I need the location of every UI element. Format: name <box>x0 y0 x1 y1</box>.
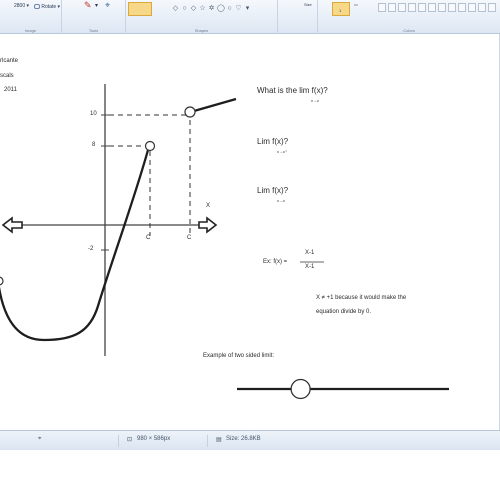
color-swatch[interactable] <box>448 3 456 12</box>
graph-drawing <box>0 84 449 400</box>
upper-branch <box>193 97 237 113</box>
color-swatch[interactable] <box>388 3 396 12</box>
color-swatch[interactable] <box>428 3 436 12</box>
color-swatch[interactable] <box>458 3 466 12</box>
tools-group: ✎ ▾ ⌖ Tools <box>62 0 126 34</box>
y-tick-label-10: 10 <box>90 111 97 117</box>
file-size-icon: ▤ <box>216 437 222 443</box>
shape-diamond-icon[interactable]: ◇ <box>190 5 197 12</box>
image-group-label: Image <box>24 28 37 33</box>
question-left-limit-subscript: x→c <box>277 198 285 203</box>
shapes-group: ◇ ○ ◇ ☆ ✡ ◯ ○ ♡ ▾ Shapes <box>126 0 278 34</box>
status-separator <box>118 435 119 447</box>
text-tool-icon[interactable]: ⌖ <box>105 0 110 11</box>
fraction-numerator: X-1 <box>305 250 315 256</box>
question-left-limit: Lim f(x)? <box>257 186 289 195</box>
color-swatch[interactable] <box>378 3 386 12</box>
function-curve <box>0 149 150 342</box>
dimensions-icon: ⊡ <box>127 437 133 443</box>
shape-circle-icon[interactable]: ○ <box>181 5 188 12</box>
shape-callout-icon[interactable]: ◯ <box>217 5 225 12</box>
shape-star6-icon[interactable]: ✡ <box>208 5 215 12</box>
paint-canvas[interactable]: rlcante scals 2011 10 8 -2 X C C What is… <box>0 34 500 430</box>
y-tick-label-neg2: -2 <box>88 246 94 252</box>
fill-icon[interactable]: ▾ <box>95 2 98 9</box>
left-arrow-icon <box>1 216 23 234</box>
status-separator <box>207 435 208 447</box>
desktop-background <box>0 450 500 500</box>
outline-button[interactable] <box>128 2 152 16</box>
shape-cloud-icon[interactable]: ○ <box>226 5 233 12</box>
shapes-group-label: Shapes <box>194 28 209 33</box>
rotate-icon <box>34 4 40 10</box>
colors-group-label: Colors <box>403 28 415 33</box>
color-swatch[interactable] <box>478 3 486 12</box>
explanation-line-2: equation divide by 0. <box>316 309 372 315</box>
status-bar: ⌖ ⊡ 980 × 586px ▤ Size: 26.8KB <box>0 430 500 450</box>
open-point <box>0 276 4 286</box>
file-size: Size: 26.8KB <box>226 436 261 442</box>
open-point <box>184 106 196 118</box>
x-axis-label: X <box>206 203 211 209</box>
color2-button[interactable]: ▭ <box>354 2 358 7</box>
open-point <box>144 140 156 152</box>
pencil-icon[interactable]: ✎ <box>84 0 92 11</box>
color1-label: 1 <box>339 8 342 13</box>
x-tick-label-c2: C <box>187 235 192 241</box>
image-group: 2800 ▾ Rotate ▾ Image <box>0 0 62 34</box>
slider-caption: Example of two sided limit: <box>203 353 275 359</box>
resize-button[interactable]: 2800 ▾ <box>14 3 29 9</box>
note-line-1: rlcante <box>0 58 19 64</box>
shape-more-icon[interactable]: ▾ <box>244 5 251 12</box>
explanation-line-1: X ≠ +1 because it would make the <box>316 295 407 301</box>
size-button[interactable]: Size <box>304 2 312 7</box>
color-swatch[interactable] <box>418 3 426 12</box>
shape-star-icon[interactable]: ☆ <box>199 5 206 12</box>
question-right-limit-subscript: x→c⁺ <box>277 149 288 154</box>
x-tick-label-c1: C <box>146 235 151 241</box>
example-label: Ex: f(x) = <box>263 259 288 265</box>
question-limit: What is the lim f(x)? <box>257 86 328 95</box>
shape-ellipse-icon[interactable]: ◇ <box>172 5 179 12</box>
y-tick-label-8: 8 <box>92 142 96 148</box>
slider-thumb[interactable] <box>290 378 311 400</box>
rotate-label: Rotate <box>41 4 57 10</box>
question-limit-subscript: x→c <box>311 98 319 103</box>
ribbon-toolbar: 2800 ▾ Rotate ▾ Image ✎ ▾ ⌖ Tools ◇ ○ ◇ … <box>0 0 500 34</box>
fraction-denominator: X-1 <box>305 264 315 270</box>
zoom-label: 2800 <box>14 3 26 9</box>
pointer-position-icon: ⌖ <box>38 436 42 442</box>
color-swatch[interactable] <box>398 3 406 12</box>
color-swatch[interactable] <box>468 3 476 12</box>
rotate-button[interactable]: Rotate ▾ <box>34 4 60 10</box>
color-swatch[interactable] <box>488 3 496 12</box>
color-swatch[interactable] <box>438 3 446 12</box>
question-right-limit: Lim f(x)? <box>257 137 289 146</box>
note-line-3: 2011 <box>4 87 17 93</box>
note-line-2: scals <box>0 73 14 79</box>
paint-window: 2800 ▾ Rotate ▾ Image ✎ ▾ ⌖ Tools ◇ ○ ◇ … <box>0 0 500 500</box>
shape-heart-icon[interactable]: ♡ <box>235 5 242 12</box>
right-arrow-icon <box>198 216 218 234</box>
tools-group-label: Tools <box>88 28 99 33</box>
color-swatch[interactable] <box>408 3 416 12</box>
colors-group: 1 ▭ Colors <box>318 0 500 34</box>
size-group: Size <box>278 0 318 34</box>
image-dimensions: 980 × 586px <box>137 436 171 442</box>
